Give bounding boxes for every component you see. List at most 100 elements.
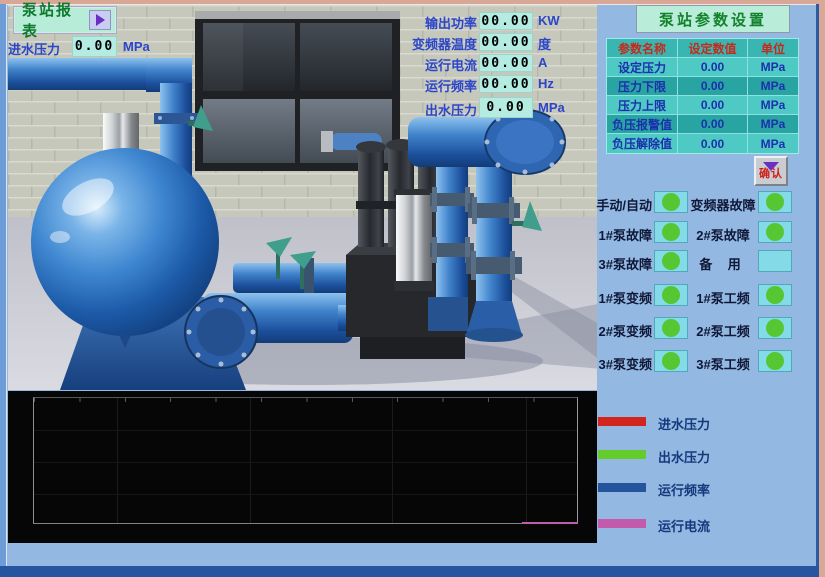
params-table-header: 参数名称 设定数值 单位: [607, 39, 798, 58]
inlet-pressure-unit: MPa: [123, 39, 150, 54]
run-current-value: 00.00: [479, 54, 533, 72]
indicator-lamp-pump1-fault[interactable]: [654, 221, 688, 243]
indicator-lamp-pump1-mains[interactable]: [758, 284, 792, 306]
table-row: 压力下限 0.00 MPa: [607, 77, 798, 96]
output-power-value: 00.00: [479, 12, 533, 30]
lamp-icon: [662, 286, 680, 304]
lamp-icon: [766, 223, 784, 241]
report-button-label: 泵站报表: [22, 0, 89, 41]
indicator-label-pump3-vfd: 3#泵变频: [592, 354, 652, 373]
param-name: 压力下限: [607, 77, 678, 95]
legend-swatch-run-frequency: [598, 483, 646, 492]
frame-bottom: [0, 566, 819, 577]
run-frequency-label: 运行频率: [395, 76, 477, 95]
param-name: 负压报警值: [607, 115, 678, 133]
inlet-pressure-label: 进水压力: [8, 39, 60, 58]
inverter-temp-unit: 度: [538, 34, 551, 53]
param-unit: MPa: [748, 115, 798, 133]
run-current-trace: [522, 522, 578, 524]
param-unit: MPa: [748, 96, 798, 114]
legend-swatch-run-current: [598, 519, 646, 528]
table-row: 负压报警值 0.00 MPa: [607, 115, 798, 134]
report-button[interactable]: 泵站报表: [14, 7, 116, 33]
params-panel-title: 泵站参数设置: [636, 5, 790, 33]
indicator-lamp-pump3-mains[interactable]: [758, 350, 792, 372]
param-name: 设定压力: [607, 58, 678, 76]
indicator-lamp-manual-auto[interactable]: [654, 191, 688, 213]
indicator-lamp-pump3-fault[interactable]: [654, 250, 688, 272]
header-param-name: 参数名称: [607, 39, 678, 57]
param-value[interactable]: 0.00: [678, 96, 748, 114]
indicator-label-pump2-vfd: 2#泵变频: [592, 321, 652, 340]
param-unit: MPa: [748, 58, 798, 76]
indicator-label-pump2-fault: 2#泵故障: [690, 225, 756, 244]
frame-right: [819, 0, 825, 577]
table-row: 压力上限 0.00 MPa: [607, 96, 798, 115]
param-unit: MPa: [748, 77, 798, 95]
report-arrow-box[interactable]: [89, 10, 111, 30]
chart-axis-ticks: [34, 398, 577, 402]
legend-label-inlet-pressure: 进水压力: [658, 414, 710, 433]
lamp-icon: [662, 193, 680, 211]
indicator-label-pump1-fault: 1#泵故障: [592, 225, 652, 244]
hmi-pump-station-screen: 泵站报表 进水压力 0.00 MPa 输出功率 00.00 KW 变频器温度 0…: [0, 0, 825, 577]
header-unit: 单位: [748, 39, 798, 57]
legend-label-run-current: 运行电流: [658, 516, 710, 535]
indicator-label-pump3-mains: 3#泵工频: [690, 354, 756, 373]
indicator-lamp-pump2-fault[interactable]: [758, 221, 792, 243]
indicator-lamp-pump2-mains[interactable]: [758, 317, 792, 339]
param-unit: MPa: [748, 134, 798, 153]
lamp-icon: [766, 193, 784, 211]
lamp-icon: [766, 352, 784, 370]
param-value[interactable]: 0.00: [678, 77, 748, 95]
lamp-icon: [766, 286, 784, 304]
lamp-icon: [766, 319, 784, 337]
lamp-icon: [662, 352, 680, 370]
indicator-lamp-pump3-vfd[interactable]: [654, 350, 688, 372]
legend-label-outlet-pressure: 出水压力: [658, 447, 710, 466]
outlet-pressure-unit: MPa: [538, 100, 565, 115]
run-current-unit: A: [538, 55, 547, 70]
indicator-label-pump3-fault: 3#泵故障: [592, 254, 652, 273]
outlet-pressure-value: 0.00: [479, 97, 533, 118]
output-power-unit: KW: [538, 13, 560, 28]
play-arrow-icon: [96, 14, 105, 26]
legend-label-run-frequency: 运行频率: [658, 480, 710, 499]
inlet-pressure-value: 0.00: [72, 36, 117, 57]
legend-swatch-inlet-pressure: [598, 417, 646, 426]
run-frequency-unit: Hz: [538, 76, 554, 91]
param-value[interactable]: 0.00: [678, 134, 748, 153]
lamp-icon: [662, 223, 680, 241]
legend-swatch-outlet-pressure: [598, 450, 646, 459]
indicator-lamp-pump2-vfd[interactable]: [654, 317, 688, 339]
run-frequency-value: 00.00: [479, 75, 533, 93]
indicator-label-vfd-fault: 变频器故障: [690, 195, 756, 214]
header-set-value: 设定数值: [678, 39, 748, 57]
confirm-button-label: 确认: [759, 169, 783, 180]
table-row: 设定压力 0.00 MPa: [607, 58, 798, 77]
param-value[interactable]: 0.00: [678, 115, 748, 133]
run-current-label: 运行电流: [395, 55, 477, 74]
table-row: 负压解除值 0.00 MPa: [607, 134, 798, 153]
indicator-lamp-vfd-fault[interactable]: [758, 191, 792, 213]
indicator-label-spare: 备 用: [690, 254, 756, 273]
indicator-label-manual-auto: 手动/自动: [592, 195, 652, 214]
lamp-icon: [662, 319, 680, 337]
outlet-pressure-label: 出水压力: [395, 100, 477, 119]
chart-plot-frame: [33, 397, 578, 524]
param-name: 负压解除值: [607, 134, 678, 153]
params-table: 参数名称 设定数值 单位 设定压力 0.00 MPa 压力下限 0.00 MPa…: [606, 38, 799, 154]
indicator-label-pump1-mains: 1#泵工频: [690, 288, 756, 307]
param-value[interactable]: 0.00: [678, 58, 748, 76]
inverter-temp-value: 00.00: [479, 33, 533, 51]
frame-left: [0, 4, 7, 577]
indicator-lamp-spare[interactable]: [758, 250, 792, 272]
indicator-lamp-pump1-vfd[interactable]: [654, 284, 688, 306]
param-name: 压力上限: [607, 96, 678, 114]
indicator-label-pump1-vfd: 1#泵变频: [592, 288, 652, 307]
confirm-button[interactable]: 确认: [754, 156, 788, 186]
output-power-label: 输出功率: [395, 13, 477, 32]
lamp-icon: [662, 252, 680, 270]
indicator-label-pump2-mains: 2#泵工频: [690, 321, 756, 340]
chrome-pump-body: [394, 189, 434, 291]
